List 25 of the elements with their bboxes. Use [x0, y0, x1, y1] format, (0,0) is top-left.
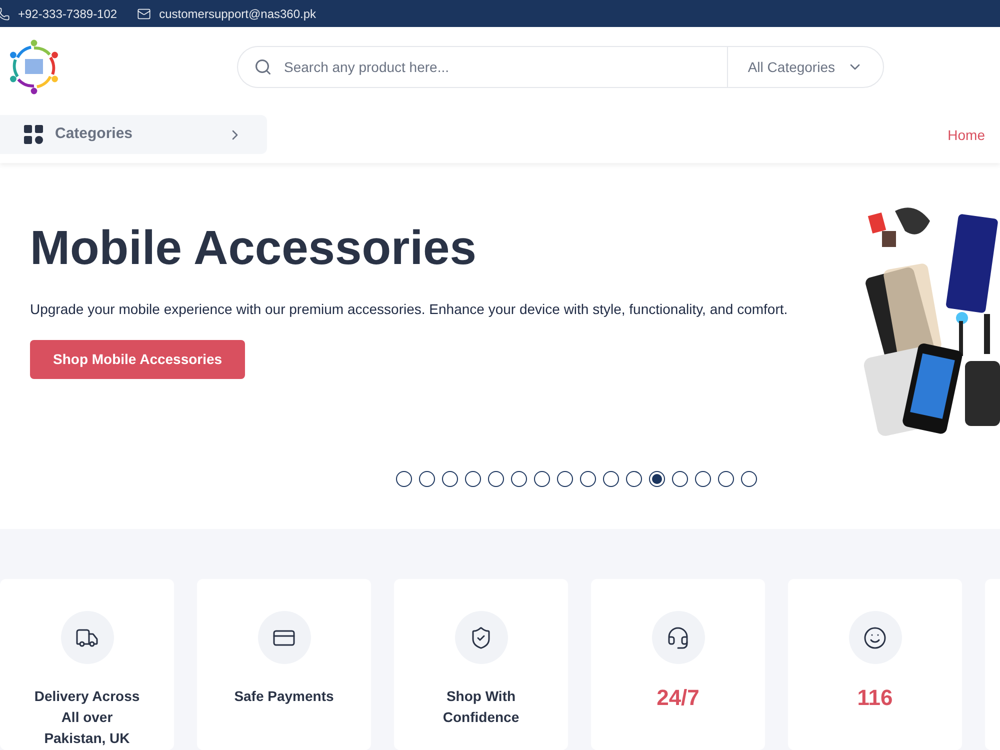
nav-link[interactable]: Home: [948, 125, 985, 146]
feature-label: Shop With: [446, 687, 516, 706]
slide-dot[interactable]: [649, 471, 665, 487]
stat-value: 116: [857, 686, 893, 710]
smiley-icon: [863, 626, 887, 650]
phone-icon: [0, 6, 10, 20]
feature-label: Confidence: [442, 708, 520, 727]
hero-title: Mobile Accessories: [30, 225, 478, 273]
feature-label: Safe Payments: [234, 687, 334, 706]
feature-label: All over: [61, 708, 113, 727]
email-address: customersupport@nas360.pk: [159, 6, 316, 22]
phone-number: +92-333-7389-102: [18, 6, 118, 22]
search-field[interactable]: Search any product here...: [284, 56, 727, 78]
category-dropdown[interactable]: All Categories: [726, 46, 884, 88]
grid-icon: [24, 125, 43, 144]
hero-text: Upgrade your mobile experience with our premium accessories. Enhance your device with style, functionality, and comfort.: [30, 300, 789, 319]
search-icon: [254, 58, 272, 76]
feature-label: Delivery Across: [34, 687, 140, 706]
headset-icon: [666, 626, 690, 650]
search-box[interactable]: Search any product here...: [237, 46, 727, 88]
stat-value: 24/7: [656, 686, 700, 710]
mail-icon: [137, 6, 152, 20]
categories-button[interactable]: Categories: [0, 115, 267, 154]
shop-button[interactable]: Shop Mobile Accessories: [30, 340, 246, 379]
feature-label: Pakistan, UK: [44, 729, 130, 748]
